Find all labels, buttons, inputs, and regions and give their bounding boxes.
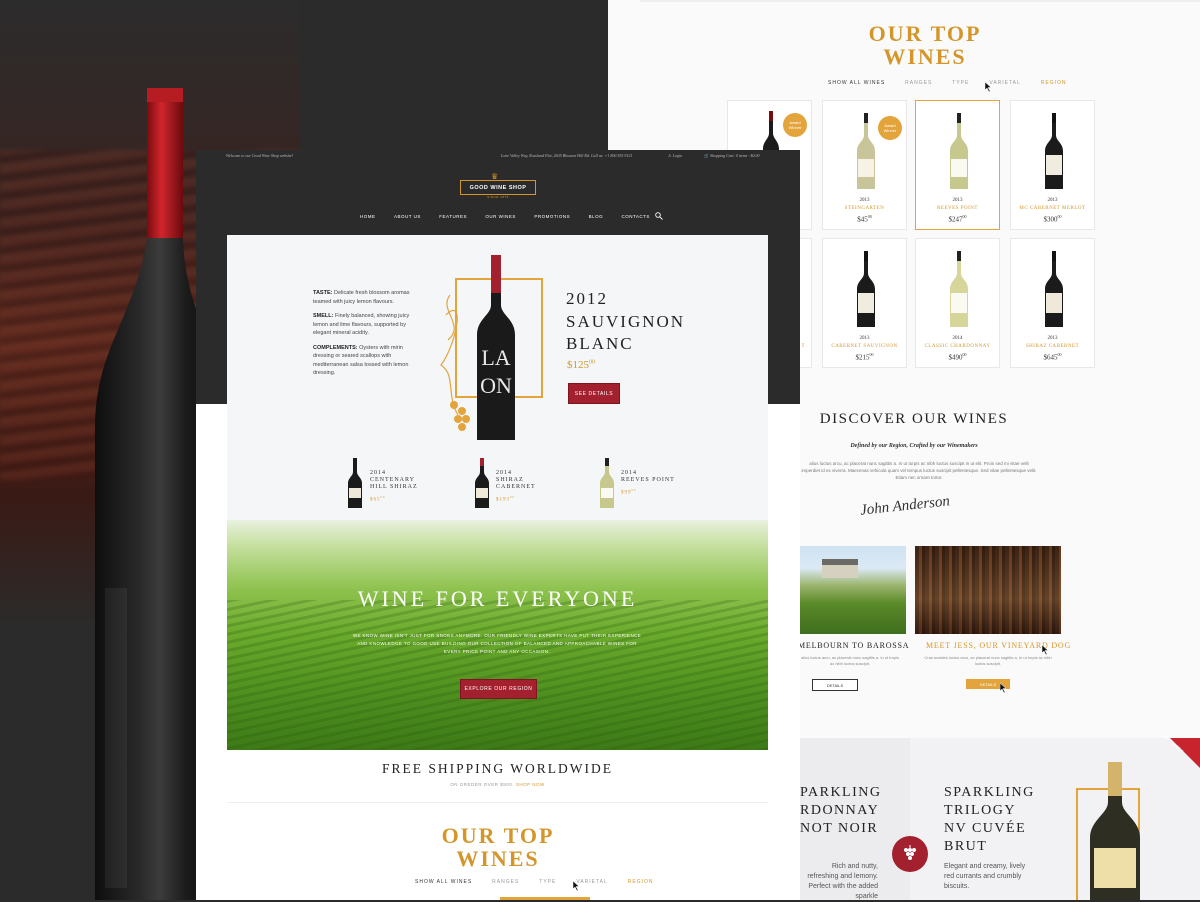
grape-icon (892, 836, 928, 872)
nav-features[interactable]: FEATURES (439, 214, 467, 219)
wine-filter-tabs-main: SHOW ALL WINES RANGES TYPE VARIETAL REGI… (415, 879, 654, 885)
nav-promotions[interactable]: PROMOTIONS (534, 214, 570, 219)
svg-text:ON: ON (480, 373, 512, 398)
discover-subtitle: Defined by our Region, Crafted by our Wi… (850, 443, 978, 449)
vineyard-title: WINE FOR EVERYONE (357, 586, 638, 611)
tab-ranges[interactable]: RANGES (492, 879, 519, 885)
wine-bottle-image (600, 458, 614, 508)
sparkling-right-title: SPARKLING TRILOGY NV CUVÉE BRUT (944, 785, 1035, 854)
shipping-sub: ON OREDER OVER $500. SHOP NOW (450, 782, 545, 787)
nav-our-wines[interactable]: OUR WINES (485, 214, 516, 219)
shop-now-link[interactable]: SHOP NOW (516, 782, 545, 787)
search-icon[interactable] (655, 212, 663, 220)
sparkling-left-text: Rich and nutty, refreshing and lemony. P… (807, 863, 878, 900)
taste-notes: TASTE: Delicate fresh blossom aromas tea… (313, 290, 410, 376)
wine-bottle-image (857, 113, 875, 189)
wine-card[interactable]: 2013 CABERNET SAUVIGNON $21500 (822, 238, 907, 368)
wine-bottle-image (348, 458, 362, 508)
blog-text: Cras sodales luctus arcu, ac placerat nu… (924, 655, 1052, 666)
tab-show-all[interactable]: SHOW ALL WINES (415, 879, 472, 885)
blog-text: alius luctus arcu, ac placerat nunc sagi… (800, 655, 900, 666)
tab-varietal[interactable]: VARIETAL (989, 80, 1020, 86)
wine-card[interactable]: 2013 MC CABERNET MERLOT $30000 (1010, 100, 1095, 230)
award-badge: Award Winner (878, 116, 902, 140)
address-text: Lone Valley Way, Rossland Flat, 2635 Blo… (501, 153, 633, 158)
wine-cellar-image (915, 546, 1061, 634)
crown-icon: ♛ (491, 172, 499, 181)
explore-region-button[interactable]: EXPLORE OUR REGION (460, 679, 537, 699)
cursor-icon (1000, 683, 1007, 693)
svg-text:LA: LA (481, 345, 510, 370)
logo-since: SINCE 1875 (487, 195, 509, 199)
wine-card[interactable]: Award Winner 2013 STEINGARTEN $4500 (822, 100, 907, 230)
award-badge: Award Winner (783, 113, 807, 137)
mini-wine-2[interactable]: 2014 SHIRAZ CABERNET $19300 (496, 470, 536, 504)
wine-card[interactable]: 2013 SHIRAZ CABERNET $64500 (1010, 238, 1095, 368)
nav-contacts[interactable]: CONTACTS (622, 214, 650, 219)
nav-blog[interactable]: BLOG (589, 214, 604, 219)
wine-bottle-image (1045, 113, 1063, 189)
tab-show-all[interactable]: SHOW ALL WINES (828, 80, 885, 86)
hero-wine-name: 2012 SAUVIGNON BLANC (566, 289, 686, 353)
vineyard-rows (227, 600, 768, 750)
tab-region[interactable]: REGION (628, 879, 654, 885)
login-link[interactable]: ♙ Login (668, 153, 682, 158)
main-nav: HOME ABOUT US FEATURES OUR WINES PROMOTI… (360, 214, 650, 219)
top-wines-title: OUR TOP WINES (868, 21, 982, 69)
tab-type[interactable]: TYPE (952, 80, 969, 86)
nav-about[interactable]: ABOUT US (394, 214, 421, 219)
wine-card-selected[interactable]: 2013 REEVES POINT $24700 (915, 100, 1000, 230)
welcome-text: Welcome to our Good Wine Shop website! (226, 153, 294, 158)
svg-text:TRILOGY: TRILOGY (1127, 818, 1133, 845)
wine-bottle-image (475, 458, 489, 508)
mini-wine-1[interactable]: 2014 CENTENARY HILL SHIRAZ $6500 (370, 470, 418, 504)
hero-price: $12500 (567, 359, 595, 371)
see-details-button[interactable]: SEE DETAILS (568, 383, 620, 404)
tab-region[interactable]: REGION (1041, 80, 1067, 86)
wine-bottle-image (1045, 251, 1063, 327)
shipping-title: FREE SHIPPING WORLDWIDE (382, 761, 613, 776)
sparkling-right-text: Elegant and creamy, lively red currants … (944, 863, 1026, 890)
wine-card[interactable]: 2014 CLASSIC CHARDONNAY $49000 (915, 238, 1000, 368)
vineyard-house-image (800, 546, 906, 634)
blog-title[interactable]: MELBOURN TO BAROSSA (798, 641, 909, 650)
nav-home[interactable]: HOME (360, 214, 376, 219)
champagne-bottle-image: TRILOGY (1090, 762, 1140, 900)
divider (227, 802, 768, 803)
wine-bottle-image (950, 251, 968, 327)
wine-bottle-image (950, 113, 968, 189)
details-button[interactable]: DETAILS (812, 679, 858, 691)
vineyard-text: WE KNOW WINE ISN'T JUST FOR SNOBS ANYMOR… (352, 633, 642, 654)
sparkling-left-title: PARKLING RDONNAY NOT NOIR (800, 785, 882, 836)
cursor-icon (573, 881, 580, 891)
cart-link[interactable]: 🛒 Shopping Cart: 0 items - $0.00 (704, 153, 760, 158)
cursor-icon (1042, 645, 1049, 655)
discover-title: DISCOVER OUR WINES (819, 411, 1009, 427)
tab-type[interactable]: TYPE (539, 879, 556, 885)
tab-varietal[interactable]: VARIETAL (576, 879, 607, 885)
tab-ranges[interactable]: RANGES (905, 80, 932, 86)
mini-wine-3[interactable]: 2014 REEVES POINT $9900 (621, 470, 675, 497)
top-wines-title-main: OUR TOP WINES (441, 823, 555, 871)
divider (640, 0, 1200, 2)
wine-bottle-image (857, 251, 875, 327)
hero-bottle-image: LA ON (440, 255, 543, 440)
site-logo[interactable]: GOOD WINE SHOP (460, 180, 536, 195)
wine-filter-tabs: SHOW ALL WINES RANGES TYPE VARIETAL REGI… (828, 80, 1067, 86)
cursor-icon (985, 82, 992, 92)
discover-text: alius luctus arcu, ac placerat nunc sagi… (801, 461, 1037, 480)
